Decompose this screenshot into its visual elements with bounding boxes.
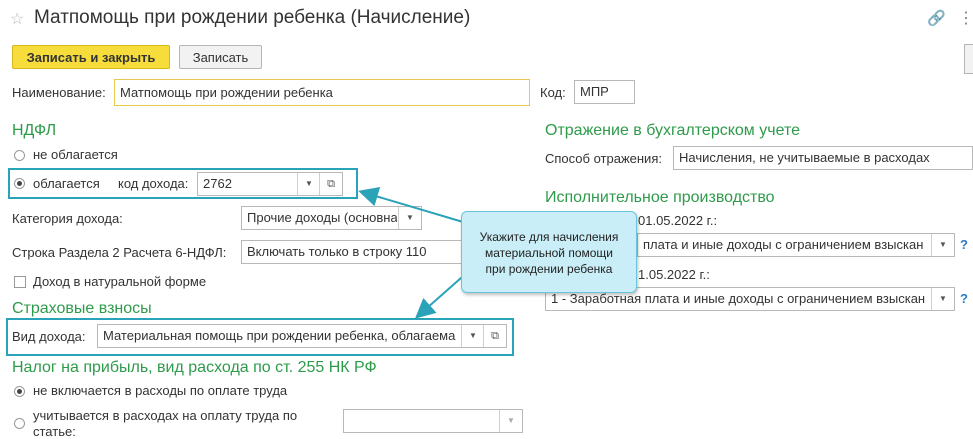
- callout-line-3: при рождении ребенка: [485, 262, 613, 276]
- hint-callout: Укажите для начисления материальной помо…: [461, 211, 637, 293]
- callout-line-2: материальной помощи: [484, 246, 613, 260]
- arrow-to-ndfl: [358, 186, 464, 223]
- callout-line-1: Укажите для начисления: [479, 230, 619, 244]
